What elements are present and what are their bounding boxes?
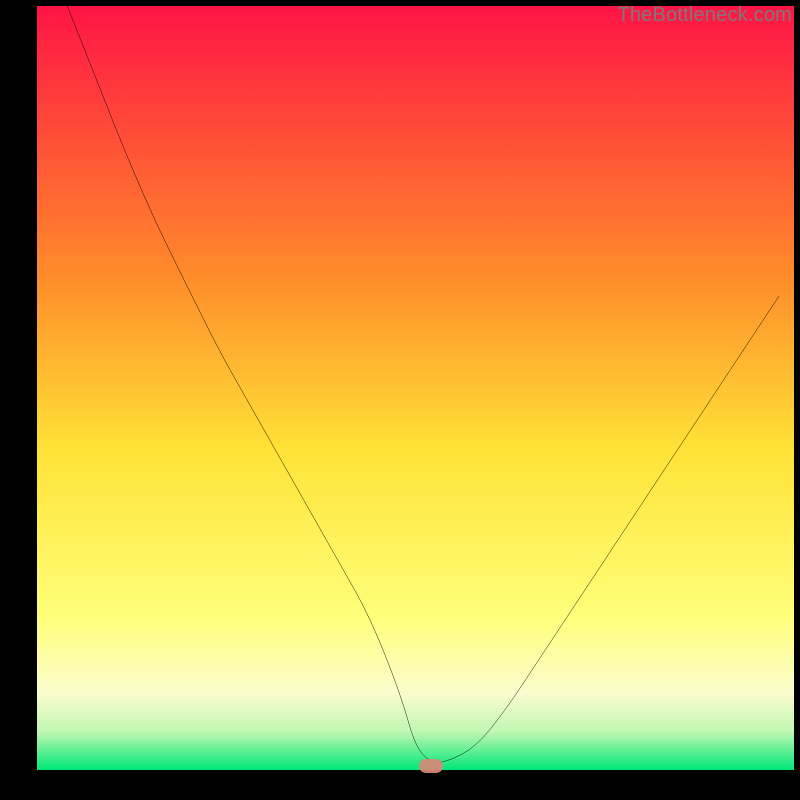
watermark-label: TheBottleneck.com [617,4,792,27]
plot-area [37,6,794,770]
chart-stage: TheBottleneck.com [0,0,800,800]
background-gradient [37,6,794,770]
optimal-marker [419,759,443,773]
